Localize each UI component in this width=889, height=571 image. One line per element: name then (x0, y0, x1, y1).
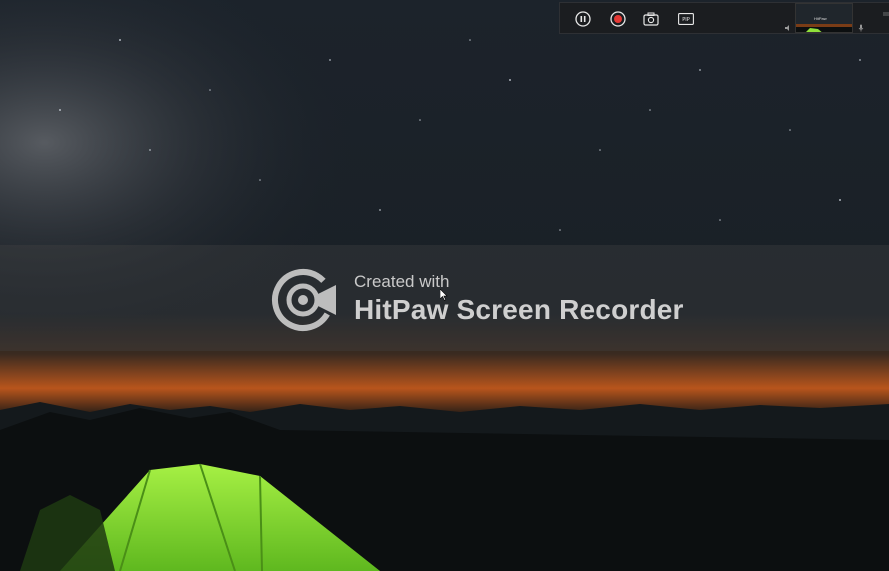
record-button[interactable] (609, 10, 627, 28)
microphone-icon[interactable] (857, 24, 865, 32)
record-stop-icon (610, 11, 626, 27)
camera-icon (643, 12, 659, 26)
pip-icon: PIP (678, 13, 694, 25)
collapse-icon[interactable] (883, 12, 889, 16)
recorder-toolbar: PIP HitPaw (559, 2, 889, 34)
watermark-product-name: HitPaw Screen Recorder (354, 294, 684, 325)
hitpaw-logo-icon (272, 269, 336, 331)
pause-button[interactable] (574, 10, 592, 28)
mouse-cursor-icon (440, 289, 448, 301)
pip-button[interactable]: PIP (677, 10, 695, 28)
pause-icon (575, 11, 591, 27)
watermark-created-with: Created with (354, 272, 450, 291)
pip-preview-thumbnail[interactable]: HitPaw (795, 3, 853, 33)
speaker-icon[interactable] (784, 24, 792, 32)
pip-preview-label: HitPaw (814, 16, 827, 21)
pip-label: PIP (682, 17, 690, 23)
screenshot-button[interactable] (642, 10, 660, 28)
